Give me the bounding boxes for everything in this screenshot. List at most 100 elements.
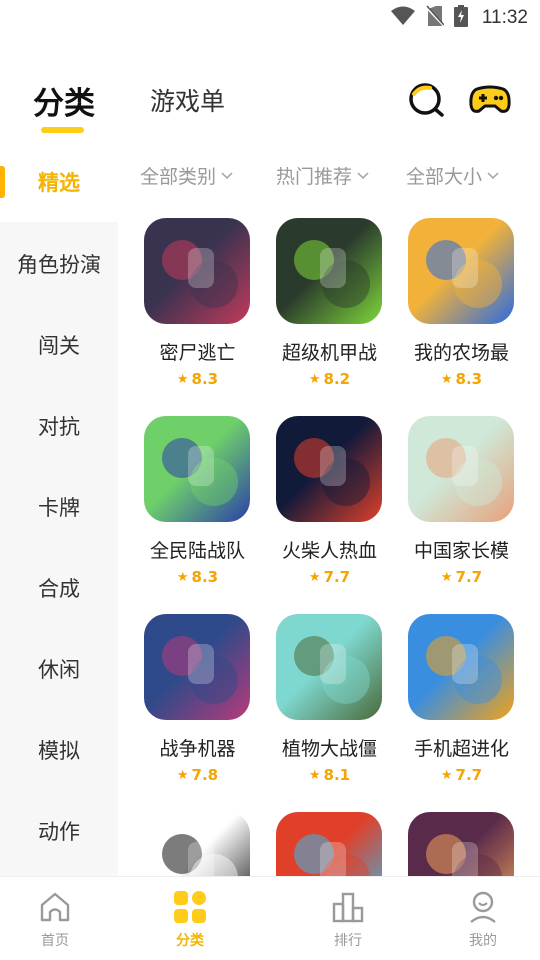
sidebar-item-label: 闯关 — [38, 334, 80, 358]
filter-label: 全部类别 — [140, 166, 217, 188]
sidebar-item-simulation[interactable]: 模拟 — [0, 710, 118, 790]
nav-ranking[interactable]: 排行 — [308, 889, 388, 953]
nav-label: 我的 — [469, 933, 497, 949]
star-icon: ★ — [440, 767, 453, 783]
game-name: 手机超进化 — [413, 738, 509, 760]
nav-label: 首页 — [41, 933, 69, 949]
filter-label: 全部大小 — [406, 166, 483, 188]
sidebar-item-label: 精选 — [38, 171, 80, 195]
farm-stickman-thumbnail — [408, 218, 514, 324]
star-icon: ★ — [176, 767, 189, 783]
filter-row: 全部类别 热门推荐 全部大小 — [118, 150, 540, 202]
game-card[interactable]: 植物大战僵 ★ 8.1 — [266, 614, 398, 804]
game-rating: ★ 8.3 — [134, 370, 261, 388]
game-card[interactable] — [134, 812, 266, 876]
wifi-icon — [390, 6, 416, 30]
search-button[interactable] — [404, 78, 448, 122]
sidebar-item-label: 动作 — [38, 820, 80, 844]
rating-value: 8.3 — [191, 370, 219, 388]
game-name: 战争机器 — [159, 738, 236, 760]
zombie-crosshair-thumbnail — [276, 614, 382, 720]
nav-profile[interactable]: 我的 — [443, 889, 523, 953]
robot-gunner-thumbnail — [144, 416, 250, 522]
rating-value: 7.7 — [455, 766, 483, 784]
gamepad-icon — [469, 85, 511, 113]
game-name: 密尸逃亡 — [159, 342, 236, 364]
family-thumbnail — [408, 416, 514, 522]
chevron-down-icon — [487, 171, 499, 179]
sidebar-item-label: 模拟 — [38, 739, 80, 763]
sidebar-item-casual[interactable]: 休闲 — [0, 629, 118, 709]
sidebar-active-indicator — [0, 166, 5, 198]
filter-hot-recommend[interactable]: 热门推荐 — [276, 162, 370, 189]
rating-value: 8.2 — [323, 370, 351, 388]
phone-evolve-thumbnail — [408, 614, 514, 720]
game-card[interactable]: 火柴人热血 ★ 7.7 — [266, 416, 398, 606]
game-name: 全民陆战队 — [149, 540, 245, 562]
sidebar-item-versus[interactable]: 对抗 — [0, 386, 118, 466]
sidebar-item-levels[interactable]: 闯关 — [0, 305, 118, 385]
game-name: 植物大战僵 — [281, 738, 377, 760]
sidebar-item-label: 休闲 — [38, 658, 80, 682]
game-card[interactable] — [398, 812, 530, 876]
game-name: 火柴人热血 — [281, 540, 377, 562]
nav-category[interactable]: 分类 — [150, 889, 230, 953]
category-sidebar: 精选 角色扮演 闯关 对抗 卡牌 合成 休闲 模拟 动作 — [0, 142, 118, 876]
blocky-halloween-thumbnail — [408, 812, 514, 876]
game-name: 中国家长模 — [413, 540, 509, 562]
sidebar-item-label: 合成 — [38, 577, 80, 601]
game-rating: ★ 8.3 — [134, 568, 261, 586]
game-rating: ★ 7.8 — [134, 766, 261, 784]
rating-value: 8.1 — [323, 766, 351, 784]
game-rating: ★ 7.7 — [398, 568, 525, 586]
game-card[interactable]: 我的农场最 ★ 8.3 — [398, 218, 530, 408]
game-card[interactable]: 中国家长模 ★ 7.7 — [398, 416, 530, 606]
status-time: 11:32 — [481, 7, 528, 28]
mecha-robot-thumbnail — [276, 218, 382, 324]
stickman-stilts-thumbnail — [144, 812, 250, 876]
star-icon: ★ — [308, 767, 321, 783]
stickman-fight-thumbnail — [276, 416, 382, 522]
nav-label: 排行 — [334, 933, 362, 949]
game-rating: ★ 7.7 — [398, 766, 525, 784]
star-icon: ★ — [176, 569, 189, 585]
gamepad-button[interactable] — [468, 78, 512, 122]
sidebar-item-roleplay[interactable]: 角色扮演 — [0, 224, 118, 304]
chevron-down-icon — [357, 171, 369, 179]
game-card[interactable]: 手机超进化 ★ 7.7 — [398, 614, 530, 804]
game-name: 我的农场最 — [413, 342, 509, 364]
tab-active-indicator — [41, 127, 84, 133]
game-name: 超级机甲战 — [281, 342, 377, 364]
rating-value: 7.7 — [455, 568, 483, 586]
filter-all-sizes[interactable]: 全部大小 — [406, 162, 500, 189]
star-icon: ★ — [308, 371, 321, 387]
filter-all-categories[interactable]: 全部类别 — [140, 162, 234, 189]
game-card[interactable]: 密尸逃亡 ★ 8.3 — [134, 218, 266, 408]
game-rating: ★ 8.2 — [266, 370, 393, 388]
game-card[interactable]: 战争机器 ★ 7.8 — [134, 614, 266, 804]
no-sim-icon — [425, 5, 445, 31]
sidebar-item-cards[interactable]: 卡牌 — [0, 467, 118, 547]
star-icon: ★ — [440, 569, 453, 585]
home-icon — [37, 889, 73, 925]
screen: 11:32 分类 游戏单 精选 角色扮演 闯关 对抗 卡牌 合成 休闲 模拟 动… — [0, 0, 540, 960]
bottom-nav: 首页 分类 排行 我的 — [0, 876, 540, 960]
game-card[interactable]: 全民陆战队 ★ 8.3 — [134, 416, 266, 606]
nav-label: 分类 — [176, 933, 204, 949]
tab-game-list[interactable]: 游戏单 — [150, 82, 225, 118]
status-icons: 11:32 — [390, 5, 528, 31]
sidebar-item-action[interactable]: 动作 — [0, 791, 118, 871]
tab-category[interactable]: 分类 — [33, 78, 95, 123]
status-bar: 11:32 — [0, 0, 540, 36]
ranking-icon — [330, 889, 366, 925]
nav-home[interactable]: 首页 — [15, 889, 95, 953]
chevron-down-icon — [221, 171, 233, 179]
sidebar-item-label: 角色扮演 — [17, 253, 101, 277]
game-rating: ★ 7.7 — [266, 568, 393, 586]
game-card[interactable] — [266, 812, 398, 876]
sidebar-item-merge[interactable]: 合成 — [0, 548, 118, 628]
game-card[interactable]: 超级机甲战 ★ 8.2 — [266, 218, 398, 408]
sidebar-item-featured[interactable]: 精选 — [0, 142, 118, 222]
star-icon: ★ — [308, 569, 321, 585]
star-icon: ★ — [176, 371, 189, 387]
